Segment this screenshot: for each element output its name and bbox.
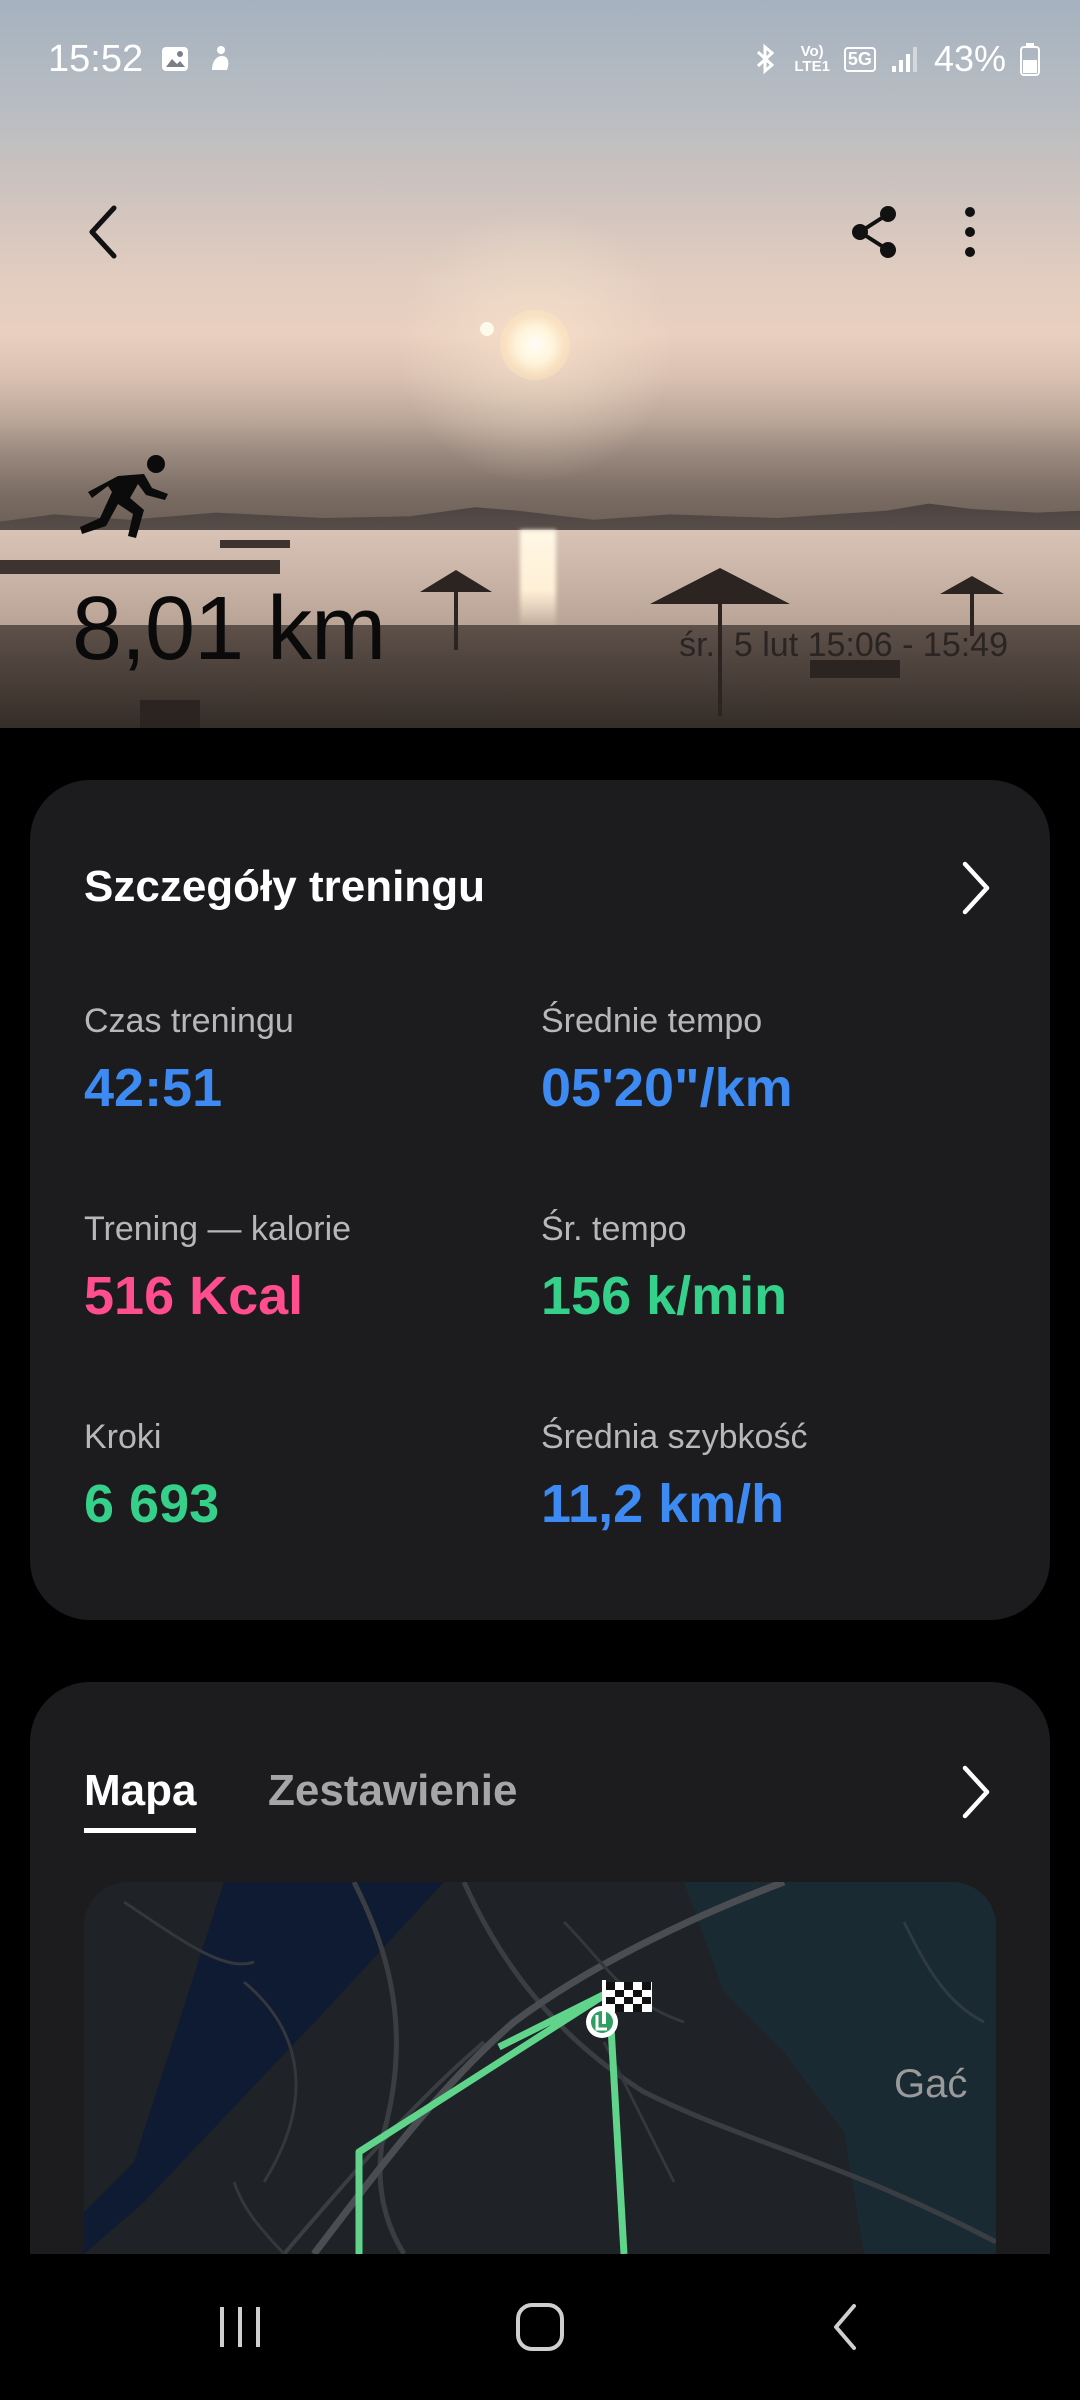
metric-value: 11,2 km/h — [541, 1474, 785, 1534]
chevron-right-icon — [962, 1765, 990, 1819]
battery-icon — [1020, 43, 1040, 76]
metric-average-pace: Średnie tempo 05'20"/km — [541, 1002, 1001, 1119]
metric-label: Średnia szybkość — [541, 1418, 808, 1456]
metric-calories: Trening — kalorie 516 Kcal — [84, 1210, 544, 1327]
workout-details-card: Szczegóły treningu Czas treningu 42:51 Ś… — [30, 780, 1050, 1620]
workout-datetime: śr., 5 lut 15:06 - 15:49 — [679, 626, 1008, 664]
system-back-button[interactable] — [785, 2282, 905, 2372]
metric-value: 516 Kcal — [84, 1266, 304, 1326]
signal-icon — [891, 47, 917, 72]
more-vertical-icon — [965, 207, 975, 257]
sun-spot — [480, 322, 494, 336]
more-options-button[interactable] — [930, 192, 1010, 272]
metric-cadence: Śr. tempo 156 k/min — [541, 1210, 1001, 1327]
fitness-icon — [212, 46, 229, 70]
bluetooth-icon — [757, 43, 775, 75]
recent-apps-button[interactable] — [180, 2282, 300, 2372]
status-left-icons — [160, 44, 234, 74]
status-right-icons: Vo) LTE1 5G 43% — [752, 38, 1040, 80]
sun — [500, 310, 570, 380]
back-button[interactable] — [64, 192, 144, 272]
share-icon — [852, 206, 896, 258]
home-button[interactable] — [480, 2282, 600, 2372]
network-type-icon: 5G — [843, 46, 876, 72]
system-navigation-bar — [0, 2254, 1080, 2400]
chevron-left-icon — [89, 205, 117, 259]
volte-icon: Vo) LTE1 — [794, 43, 830, 75]
chevron-right-icon — [962, 861, 990, 915]
metric-steps: Kroki 6 693 — [84, 1418, 544, 1535]
back-icon — [834, 2304, 856, 2350]
metric-value: 6 693 — [84, 1474, 220, 1534]
map-open-button[interactable] — [946, 1762, 1006, 1822]
metric-label: Trening — kalorie — [84, 1210, 352, 1248]
battery-percent: 43% — [933, 38, 1006, 79]
tab-label: Zestawienie — [268, 1766, 518, 1815]
share-button[interactable] — [834, 192, 914, 272]
workout-distance: 8,01 km — [72, 579, 386, 679]
metric-workout-time: Czas treningu 42:51 — [84, 1002, 544, 1119]
recent-apps-icon — [220, 2307, 260, 2347]
metric-label: Średnie tempo — [541, 1002, 763, 1040]
metric-label: Kroki — [84, 1418, 162, 1456]
map-canvas — [84, 1882, 996, 2254]
gallery-icon — [162, 47, 188, 71]
metric-label: Śr. tempo — [541, 1210, 687, 1248]
metric-average-speed: Średnia szybkość 11,2 km/h — [541, 1418, 1001, 1535]
route-map[interactable]: Gać — [84, 1882, 996, 2254]
tab-map[interactable]: Mapa — [84, 1766, 197, 1833]
metric-value: 42:51 — [84, 1058, 223, 1118]
umbrella-pole — [454, 590, 458, 650]
home-icon — [516, 2303, 564, 2351]
details-open-button[interactable] — [946, 858, 1006, 918]
tab-label: Mapa — [84, 1766, 197, 1815]
tab-summary[interactable]: Zestawienie — [268, 1766, 517, 1816]
status-bar: 15:52 Vo) LTE1 5G 43% — [0, 0, 1080, 120]
pier-platform — [220, 540, 290, 548]
sun-reflection — [520, 530, 556, 630]
details-title: Szczegóły treningu — [84, 862, 485, 911]
active-tab-underline — [84, 1828, 197, 1833]
running-icon — [80, 455, 168, 538]
metric-value: 05'20"/km — [541, 1058, 793, 1118]
map-place-label: Gać — [894, 2062, 968, 2106]
bin — [140, 700, 200, 728]
metric-label: Czas treningu — [84, 1002, 294, 1040]
pier — [0, 560, 280, 574]
status-time: 15:52 — [48, 38, 144, 80]
metric-value: 156 k/min — [541, 1266, 788, 1326]
